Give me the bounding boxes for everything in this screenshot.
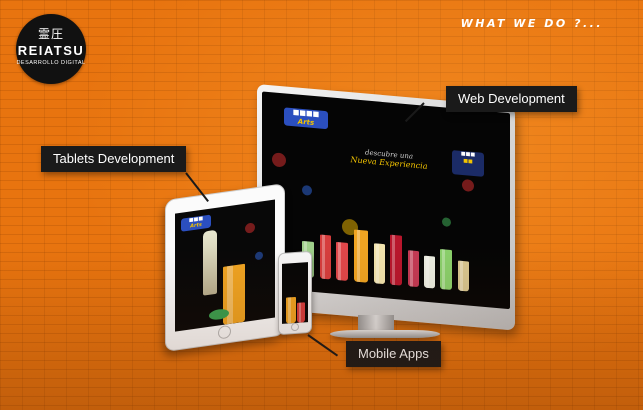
bokeh-light <box>462 178 474 192</box>
tablet-device: ■■■ Arts <box>165 183 285 352</box>
glass-red <box>336 241 348 281</box>
tablet-site-logo: ■■■ Arts <box>181 214 211 232</box>
page-headline: WHAT WE DO ?... <box>460 17 603 30</box>
callout-mobile-apps: Mobile Apps <box>346 341 441 367</box>
glass-gold <box>458 260 469 292</box>
logo-wordmark: REIATSU <box>17 43 85 58</box>
tablet-home-button[interactable] <box>218 324 231 340</box>
glass-red <box>297 302 305 323</box>
tablet-screen: ■■■ Arts <box>175 199 275 332</box>
glass-white <box>424 255 435 289</box>
logo-kanji: 霊圧 <box>37 27 64 41</box>
glass-orange <box>354 229 368 283</box>
glass-cream <box>374 243 385 285</box>
logo-tagline: DESARROLLO DIGITAL <box>16 60 86 66</box>
glass-green <box>440 249 452 291</box>
bokeh-light <box>245 222 255 234</box>
phone-device <box>278 250 312 336</box>
glass-pink <box>408 250 419 288</box>
monitor-base <box>330 330 440 338</box>
phone-home-button[interactable] <box>291 322 299 332</box>
callout-leader-mobile <box>307 334 339 357</box>
site-badge: ■■■ ■■ <box>452 150 484 177</box>
site-tagline: descubre una Nueva Experiencia <box>344 147 434 173</box>
callout-tablets-development: Tablets Development <box>41 146 187 172</box>
glass-orange <box>286 296 296 324</box>
bokeh-light <box>302 184 312 196</box>
hero-banner: 霊圧 REIATSU DESARROLLO DIGITAL WHAT WE DO… <box>0 0 643 410</box>
glass-red <box>320 234 331 280</box>
cocktail-glasses <box>302 207 472 292</box>
site-logo: ■■■■ Arts <box>284 107 328 130</box>
bokeh-light <box>255 251 263 261</box>
reiatsu-logo[interactable]: 霊圧 REIATSU DESARROLLO DIGITAL <box>16 14 86 84</box>
glass-darkred <box>390 234 402 286</box>
callout-web-development: Web Development <box>446 86 577 112</box>
phone-screen <box>282 262 308 324</box>
bokeh-light <box>272 152 286 168</box>
bottle <box>203 229 217 296</box>
